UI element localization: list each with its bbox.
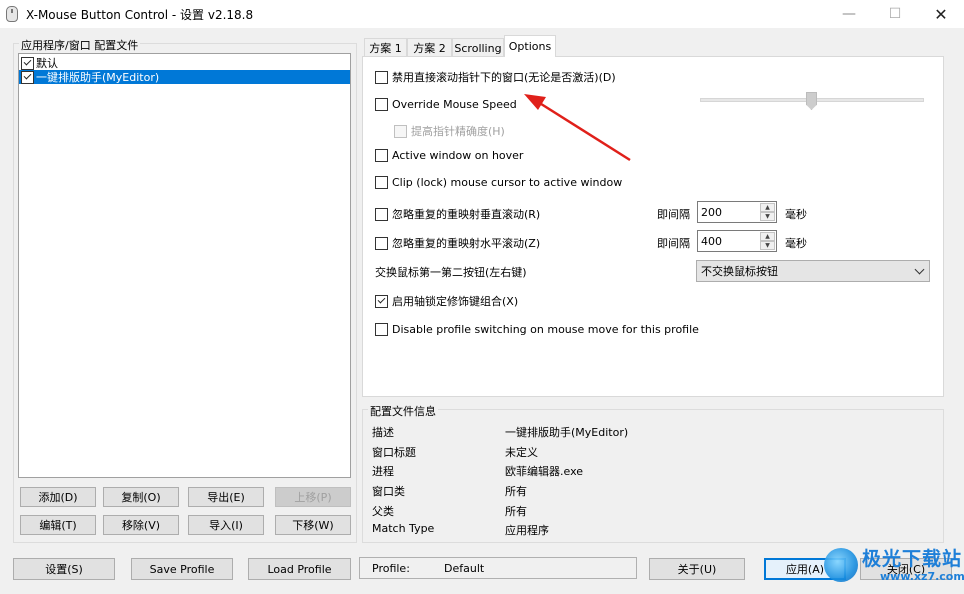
save-profile-button[interactable]: Save Profile <box>131 558 233 580</box>
watermark-logo-icon <box>824 548 858 582</box>
option-label: 禁用直接滚动指针下的窗口(无论是否激活)(D) <box>392 71 616 84</box>
interval-vertical-input[interactable] <box>701 205 759 219</box>
option-label: Clip (lock) mouse cursor to active windo… <box>392 176 623 189</box>
move-down-button[interactable]: 下移(W) <box>275 515 351 535</box>
option-label: 忽略重复的重映射垂直滚动(R) <box>392 208 541 221</box>
load-profile-button[interactable]: Load Profile <box>248 558 351 580</box>
clip-cursor-checkbox[interactable] <box>375 176 388 189</box>
option-label: 提高指针精确度(H) <box>411 125 505 138</box>
disable-scroll-inactive-checkbox[interactable] <box>375 70 388 84</box>
import-profile-button[interactable]: 导入(I) <box>188 515 264 535</box>
interval-horizontal-input[interactable] <box>701 234 759 248</box>
interval-vertical-spinner[interactable]: ▲ ▼ <box>697 201 777 223</box>
settings-button[interactable]: 设置(S) <box>13 558 115 580</box>
profile-info-group-label: 配置文件信息 <box>368 403 438 419</box>
info-label-window-title: 窗口标题 <box>372 446 416 459</box>
tab-scheme-2[interactable]: 方案 2 <box>407 38 452 57</box>
minimize-button[interactable]: — <box>826 0 872 28</box>
interval-label-horizontal: 即间隔 <box>657 237 690 250</box>
info-label-window-class: 窗口类 <box>372 485 405 498</box>
info-value-window-title: 未定义 <box>505 446 538 459</box>
profile-item-checkbox[interactable] <box>21 56 34 70</box>
copy-profile-button[interactable]: 复制(O) <box>103 487 179 507</box>
profile-status-field: Profile: Default <box>359 557 637 579</box>
profile-item-label: 一键排版助手(MyEditor) <box>36 71 160 84</box>
option-override-mouse-speed[interactable]: Override Mouse Speed <box>375 98 517 111</box>
override-mouse-speed-checkbox[interactable] <box>375 98 388 111</box>
ignore-horizontal-checkbox[interactable] <box>375 236 388 250</box>
info-value-description: 一键排版助手(MyEditor) <box>505 426 629 439</box>
tab-options[interactable]: Options <box>504 35 556 57</box>
option-label: 启用轴锁定修饰键组合(X) <box>392 295 519 308</box>
info-value-parent-class: 所有 <box>505 505 527 518</box>
about-button[interactable]: 关于(U) <box>649 558 745 580</box>
spin-up-icon[interactable]: ▲ <box>760 232 775 241</box>
option-ignore-horizontal[interactable]: 忽略重复的重映射水平滚动(Z) <box>375 235 540 251</box>
option-ignore-vertical[interactable]: 忽略重复的重映射垂直滚动(R) <box>375 206 540 222</box>
ignore-vertical-checkbox[interactable] <box>375 207 388 221</box>
profile-info-group <box>362 409 944 543</box>
info-label-process: 进程 <box>372 465 394 478</box>
profile-status-label: Profile: <box>372 562 410 575</box>
swap-buttons-select[interactable]: 不交换鼠标按钮 <box>696 260 930 282</box>
option-active-window-hover[interactable]: Active window on hover <box>375 149 523 162</box>
axis-lock-checkbox[interactable] <box>375 294 388 308</box>
ms-label-horizontal: 毫秒 <box>785 237 807 250</box>
option-label: Active window on hover <box>392 149 524 162</box>
info-value-match-type: 应用程序 <box>505 524 549 537</box>
close-window-button[interactable]: ✕ <box>918 0 964 28</box>
profiles-group-label: 应用程序/窗口 配置文件 <box>19 37 141 53</box>
remove-profile-button[interactable]: 移除(V) <box>103 515 179 535</box>
option-clip-cursor[interactable]: Clip (lock) mouse cursor to active windo… <box>375 176 622 189</box>
edit-profile-button[interactable]: 编辑(T) <box>20 515 96 535</box>
export-profile-button[interactable]: 导出(E) <box>188 487 264 507</box>
profile-item-default[interactable]: 默认 <box>19 56 350 70</box>
option-label: Override Mouse Speed <box>392 98 517 111</box>
watermark-text: 极光下载站 <box>862 548 963 570</box>
info-label-match-type: Match Type <box>372 522 435 535</box>
interval-label-vertical: 即间隔 <box>657 208 690 221</box>
active-window-hover-checkbox[interactable] <box>375 149 388 162</box>
title-bar: X-Mouse Button Control - 设置 v2.18.8 — ☐ … <box>0 0 964 28</box>
enhance-precision-checkbox[interactable] <box>394 124 407 138</box>
swap-buttons-value: 不交换鼠标按钮 <box>701 265 778 278</box>
chevron-down-icon <box>914 264 925 275</box>
disable-profile-switching-checkbox[interactable] <box>375 323 388 336</box>
mouse-icon <box>6 6 18 22</box>
spin-down-icon[interactable]: ▼ <box>760 212 775 221</box>
close-icon: ✕ <box>934 4 948 24</box>
spin-up-icon[interactable]: ▲ <box>760 203 775 212</box>
ms-label-vertical: 毫秒 <box>785 208 807 221</box>
option-axis-lock[interactable]: 启用轴锁定修饰键组合(X) <box>375 293 518 309</box>
maximize-icon: ☐ <box>888 6 902 22</box>
profile-list[interactable]: 默认 一键排版助手(MyEditor) <box>18 53 351 478</box>
info-label-description: 描述 <box>372 426 394 439</box>
option-disable-scroll-inactive[interactable]: 禁用直接滚动指针下的窗口(无论是否激活)(D) <box>375 69 616 85</box>
option-disable-profile-switching[interactable]: Disable profile switching on mouse move … <box>375 323 699 336</box>
tab-scrolling[interactable]: Scrolling <box>452 38 504 57</box>
profile-item-myeditor[interactable]: 一键排版助手(MyEditor) <box>19 70 350 84</box>
option-label: 忽略重复的重映射水平滚动(Z) <box>392 237 541 250</box>
watermark-url: www.xz7.com <box>880 570 964 583</box>
add-profile-button[interactable]: 添加(D) <box>20 487 96 507</box>
tab-scheme-1[interactable]: 方案 1 <box>364 38 407 57</box>
window-title: X-Mouse Button Control - 设置 v2.18.8 <box>26 8 254 22</box>
info-value-window-class: 所有 <box>505 485 527 498</box>
watermark: 极光下载站 www.xz7.com <box>820 540 964 594</box>
interval-horizontal-spinner[interactable]: ▲ ▼ <box>697 230 777 252</box>
profile-item-checkbox[interactable] <box>21 70 34 84</box>
info-label-parent-class: 父类 <box>372 505 394 518</box>
swap-buttons-label: 交换鼠标第一第二按钮(左右键) <box>375 266 527 279</box>
option-label: Disable profile switching on mouse move … <box>392 323 699 336</box>
maximize-button[interactable]: ☐ <box>872 0 918 28</box>
move-up-button[interactable]: 上移(P) <box>275 487 351 507</box>
spin-down-icon[interactable]: ▼ <box>760 241 775 250</box>
profile-status-value: Default <box>444 562 485 575</box>
info-value-process: 欧菲编辑器.exe <box>505 465 584 478</box>
option-enhance-precision[interactable]: 提高指针精确度(H) <box>394 123 505 139</box>
minimize-icon: — <box>842 6 856 22</box>
